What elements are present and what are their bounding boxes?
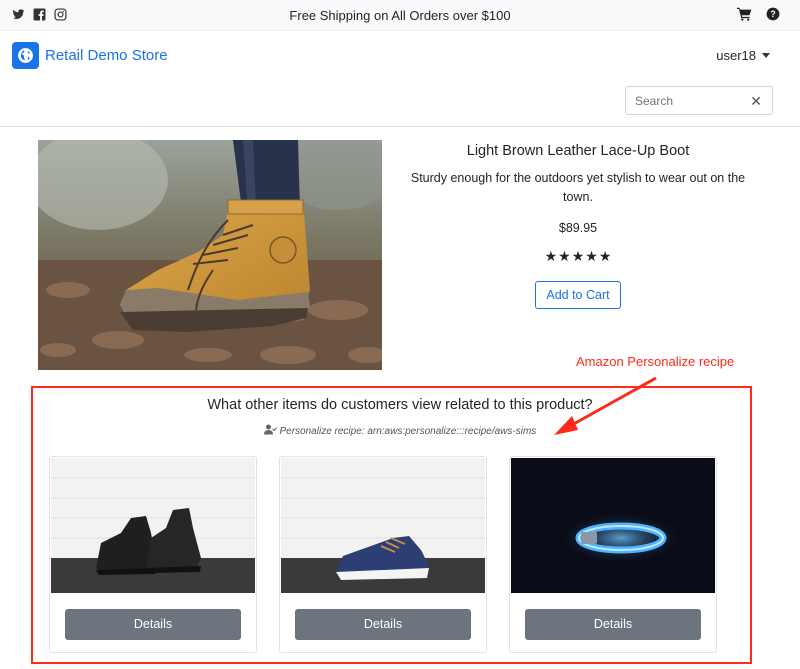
add-to-cart-button[interactable]: Add to Cart bbox=[535, 281, 621, 309]
star-icon: ★ bbox=[544, 248, 558, 264]
star-icon: ★ bbox=[571, 248, 585, 264]
brand-link[interactable]: Retail Demo Store bbox=[12, 42, 168, 69]
search-box: ✕ bbox=[625, 86, 773, 115]
details-button[interactable]: Details bbox=[65, 609, 241, 640]
top-right-icons: ? bbox=[737, 7, 780, 21]
top-bar: Free Shipping on All Orders over $100 ? bbox=[0, 0, 800, 31]
star-icon: ★ bbox=[598, 248, 612, 264]
brand-name: Retail Demo Store bbox=[45, 47, 168, 64]
user-name: user18 bbox=[716, 48, 756, 63]
product-rating: ★ ★ ★ ★ ★ bbox=[398, 249, 758, 263]
product-price: $89.95 bbox=[558, 221, 598, 235]
chevron-down-icon bbox=[762, 53, 770, 58]
recommendations-title: What other items do customers view relat… bbox=[207, 397, 593, 413]
close-icon[interactable]: ✕ bbox=[750, 93, 762, 110]
star-icon: ★ bbox=[558, 248, 571, 264]
product-image bbox=[38, 140, 382, 370]
recommendation-card[interactable]: Details bbox=[279, 456, 487, 653]
details-button[interactable]: Details bbox=[295, 609, 471, 640]
user-menu[interactable]: user18 bbox=[716, 48, 770, 63]
product-thumbnail[interactable] bbox=[281, 458, 485, 593]
product-info: Light Brown Leather Lace-Up Boot Sturdy … bbox=[398, 140, 758, 309]
site-header: Retail Demo Store user18 ✕ bbox=[0, 31, 800, 127]
details-button[interactable]: Details bbox=[525, 609, 701, 640]
search-input[interactable] bbox=[626, 87, 736, 114]
star-icon: ★ bbox=[585, 248, 598, 264]
product-name: Light Brown Leather Lace-Up Boot bbox=[466, 143, 690, 159]
promo-text: Free Shipping on All Orders over $100 bbox=[289, 8, 511, 23]
svg-text:?: ? bbox=[770, 9, 775, 19]
recommendation-card[interactable]: Details bbox=[509, 456, 717, 653]
help-icon[interactable]: ? bbox=[766, 7, 780, 21]
globe-icon bbox=[12, 42, 39, 69]
product-thumbnail[interactable] bbox=[511, 458, 715, 593]
product-thumbnail[interactable] bbox=[51, 458, 255, 593]
recommendations-recipe: Personalize recipe: arn:aws:personalize:… bbox=[0, 424, 800, 437]
recommendation-card[interactable]: Details bbox=[49, 456, 257, 653]
user-check-icon bbox=[263, 424, 277, 435]
recipe-text: Personalize recipe: arn:aws:personalize:… bbox=[279, 426, 537, 437]
shopping-cart-icon[interactable] bbox=[737, 7, 752, 21]
product-description: Sturdy enough for the outdoors yet styli… bbox=[410, 171, 746, 204]
